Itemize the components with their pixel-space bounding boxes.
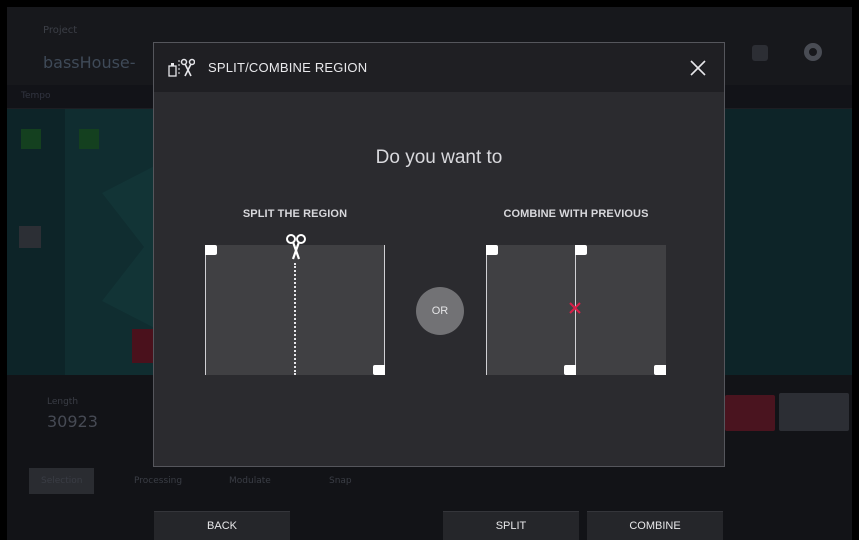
scissors-icon: [286, 234, 306, 260]
combine-region-illustration[interactable]: [486, 245, 666, 375]
region-start-marker: [486, 245, 498, 255]
region-start-marker: [575, 245, 587, 255]
background-tab: Modulate: [229, 476, 271, 486]
background-project-name: bassHouse-: [43, 53, 136, 72]
background-length-value: 30923: [47, 412, 98, 431]
split-option-heading: SPLIT THE REGION: [242, 208, 348, 220]
close-icon[interactable]: [686, 56, 710, 80]
region-end-marker: [564, 365, 576, 375]
combine-button[interactable]: COMBINE: [587, 511, 723, 540]
background-play-icon: [19, 226, 41, 248]
background-subbar-text: Tempo: [21, 91, 51, 101]
region-left-edge: [205, 245, 206, 375]
background-length-label: Length: [47, 397, 79, 407]
dialog-title: SPLIT/COMBINE REGION: [208, 60, 368, 75]
dialog-header: SPLIT/COMBINE REGION: [154, 43, 724, 92]
back-button[interactable]: BACK: [154, 511, 290, 540]
remove-boundary-icon: [569, 302, 581, 314]
split-combine-dialog: SPLIT/COMBINE REGION Do you want to SPLI…: [153, 42, 725, 467]
background-green-marker: [21, 129, 41, 149]
region-end-marker: [373, 365, 385, 375]
region-left-edge: [486, 245, 487, 375]
background-red-button: [725, 395, 775, 431]
split-line: [294, 263, 296, 375]
combine-option-heading: COMBINE WITH PREVIOUS: [503, 208, 649, 220]
background-tab: Selection: [29, 468, 95, 494]
split-button[interactable]: SPLIT: [443, 511, 579, 540]
background-loop-button: [779, 393, 849, 431]
background-search-icon: [752, 45, 768, 61]
split-region-illustration[interactable]: [205, 234, 385, 375]
background-project-label: Project: [43, 25, 78, 36]
or-badge: OR: [416, 287, 464, 335]
split-combine-icon: [168, 58, 195, 77]
background-tab: Snap: [329, 476, 352, 486]
background-gear-icon: [804, 43, 822, 61]
region-right-edge: [384, 245, 385, 375]
region-end-marker: [654, 365, 666, 375]
region-start-marker: [205, 245, 217, 255]
background-green-marker: [79, 129, 99, 149]
dialog-question: Do you want to: [375, 147, 503, 168]
background-tab: Processing: [134, 476, 183, 486]
